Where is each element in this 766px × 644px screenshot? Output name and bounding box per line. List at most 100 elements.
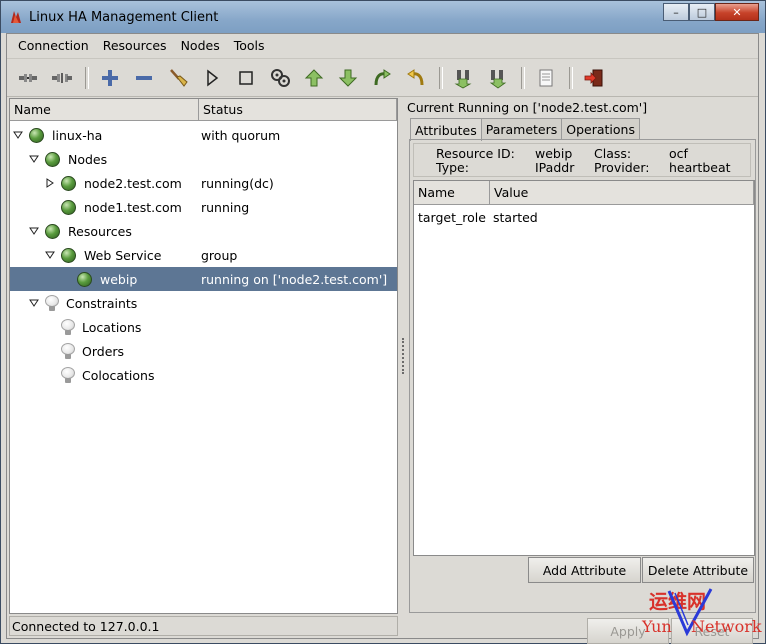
default-button[interactable] <box>265 63 295 93</box>
move-up-button[interactable] <box>299 63 329 93</box>
status-ball-icon <box>29 127 44 143</box>
add-button[interactable] <box>95 63 125 93</box>
active-button[interactable] <box>483 63 513 93</box>
view-log-button[interactable] <box>531 63 561 93</box>
tree-row-orders[interactable]: Orders <box>10 339 397 363</box>
exit-icon <box>584 69 603 87</box>
expander-open-icon[interactable] <box>29 298 39 308</box>
disconnect-button[interactable] <box>47 63 77 93</box>
tab-parameters[interactable]: Parameters <box>480 118 563 140</box>
move-down-icon <box>338 69 358 87</box>
class-label: Class: <box>594 146 632 161</box>
attr-column-value[interactable]: Value <box>490 181 754 205</box>
active-icon <box>489 70 507 89</box>
detail-title: Current Running on ['node2.test.com'] <box>407 100 648 115</box>
start-button[interactable] <box>197 63 227 93</box>
watermark-en-network: Network <box>691 617 762 636</box>
connect-button[interactable] <box>13 63 43 93</box>
remove-button[interactable] <box>129 63 159 93</box>
lightbulb-icon <box>45 295 59 311</box>
tree-row-node2[interactable]: node2.test.com running(dc) <box>10 171 397 195</box>
move-down-button[interactable] <box>333 63 363 93</box>
expander-open-icon[interactable] <box>29 226 39 236</box>
menu-connection[interactable]: Connection <box>7 34 96 58</box>
expander-closed-icon[interactable] <box>45 178 55 188</box>
unmigrate-button[interactable] <box>401 63 431 93</box>
detail-tabs: Attributes Parameters Operations <box>410 118 640 141</box>
status-ball-icon <box>77 271 92 287</box>
close-button[interactable]: ✕ <box>715 3 759 21</box>
attr-column-name[interactable]: Name <box>414 181 490 205</box>
connect-icon <box>19 74 37 82</box>
watermark-en-yun: Yun <box>642 617 672 636</box>
tree-row-name: node1.test.com <box>84 199 182 215</box>
attr-name: target_role <box>418 209 486 225</box>
tree-row-name: webip <box>100 271 138 287</box>
exit-button[interactable] <box>579 63 609 93</box>
tree-row-name: node2.test.com <box>84 175 182 191</box>
delete-attribute-button[interactable]: Delete Attribute <box>642 557 754 583</box>
resource-info: Resource ID: webip Class: ocf Type: IPad… <box>413 143 751 177</box>
tree-row-resources[interactable]: Resources <box>10 219 397 243</box>
column-header-name[interactable]: Name <box>10 99 199 121</box>
status-ball-icon <box>61 199 76 215</box>
expander-open-icon[interactable] <box>45 250 55 260</box>
status-ball-icon <box>61 247 76 263</box>
status-ball-icon <box>61 175 76 191</box>
tab-attributes[interactable]: Attributes <box>410 118 482 141</box>
minimize-button[interactable]: – <box>663 3 689 21</box>
table-row[interactable]: target_role started <box>414 205 754 229</box>
tree-row-name: Locations <box>82 319 142 335</box>
add-attribute-button[interactable]: Add Attribute <box>528 557 641 583</box>
title-bar[interactable]: Linux HA Management Client – □ ✕ <box>1 1 765 33</box>
resource-tree[interactable]: Name Status linux-ha with quorum Nodes n… <box>9 98 398 614</box>
attributes-table[interactable]: Name Value target_role started <box>413 180 755 556</box>
tree-row-status: group <box>201 247 238 263</box>
provider-value: heartbeat <box>669 160 731 175</box>
provider-label: Provider: <box>594 160 650 175</box>
column-header-status[interactable]: Status <box>199 99 397 121</box>
detail-pane: Current Running on ['node2.test.com'] At… <box>406 98 758 644</box>
start-icon <box>207 69 219 87</box>
menu-resources[interactable]: Resources <box>96 34 174 58</box>
tree-row-status: running on ['node2.test.com'] <box>201 271 388 287</box>
tree-row-web-service[interactable]: Web Service group <box>10 243 397 267</box>
menu-bar: Connection Resources Nodes Tools <box>7 34 758 59</box>
class-value: ocf <box>669 146 688 161</box>
menu-nodes[interactable]: Nodes <box>174 34 227 58</box>
stop-button[interactable] <box>231 63 261 93</box>
standby-icon <box>454 70 472 89</box>
expander-open-icon[interactable] <box>13 130 23 140</box>
tree-row-locations[interactable]: Locations <box>10 315 397 339</box>
attr-value: started <box>493 209 538 225</box>
cleanup-button[interactable] <box>163 63 193 93</box>
menu-tools[interactable]: Tools <box>227 34 272 58</box>
lightbulb-icon <box>61 319 75 335</box>
migrate-button[interactable] <box>367 63 397 93</box>
toolbar-separator <box>569 67 573 89</box>
tree-row-nodes[interactable]: Nodes <box>10 147 397 171</box>
type-label: Type: <box>436 160 469 175</box>
status-ball-icon <box>45 223 60 239</box>
tree-row-webip[interactable]: webip running on ['node2.test.com'] <box>10 267 397 291</box>
tab-operations[interactable]: Operations <box>561 118 640 140</box>
remove-icon <box>136 76 152 80</box>
expander-open-icon[interactable] <box>29 154 39 164</box>
tree-row-constraints[interactable]: Constraints <box>10 291 397 315</box>
unmigrate-icon <box>407 69 424 86</box>
tree-row-node1[interactable]: node1.test.com running <box>10 195 397 219</box>
resource-id-value: webip <box>535 146 573 161</box>
tree-row-status: with quorum <box>201 127 281 143</box>
tree-row-colocations[interactable]: Colocations <box>10 363 397 387</box>
lightbulb-icon <box>61 343 75 359</box>
tree-row-status: running(dc) <box>201 175 274 191</box>
tree-row-linux-ha[interactable]: linux-ha with quorum <box>10 123 397 147</box>
toolbar-separator <box>85 67 89 89</box>
maximize-button[interactable]: □ <box>689 3 715 21</box>
lightbulb-icon <box>61 367 75 383</box>
toolbar <box>7 60 758 97</box>
resource-id-label: Resource ID: <box>436 146 515 161</box>
status-ball-icon <box>45 151 60 167</box>
standby-button[interactable] <box>449 63 479 93</box>
migrate-icon <box>374 69 391 86</box>
